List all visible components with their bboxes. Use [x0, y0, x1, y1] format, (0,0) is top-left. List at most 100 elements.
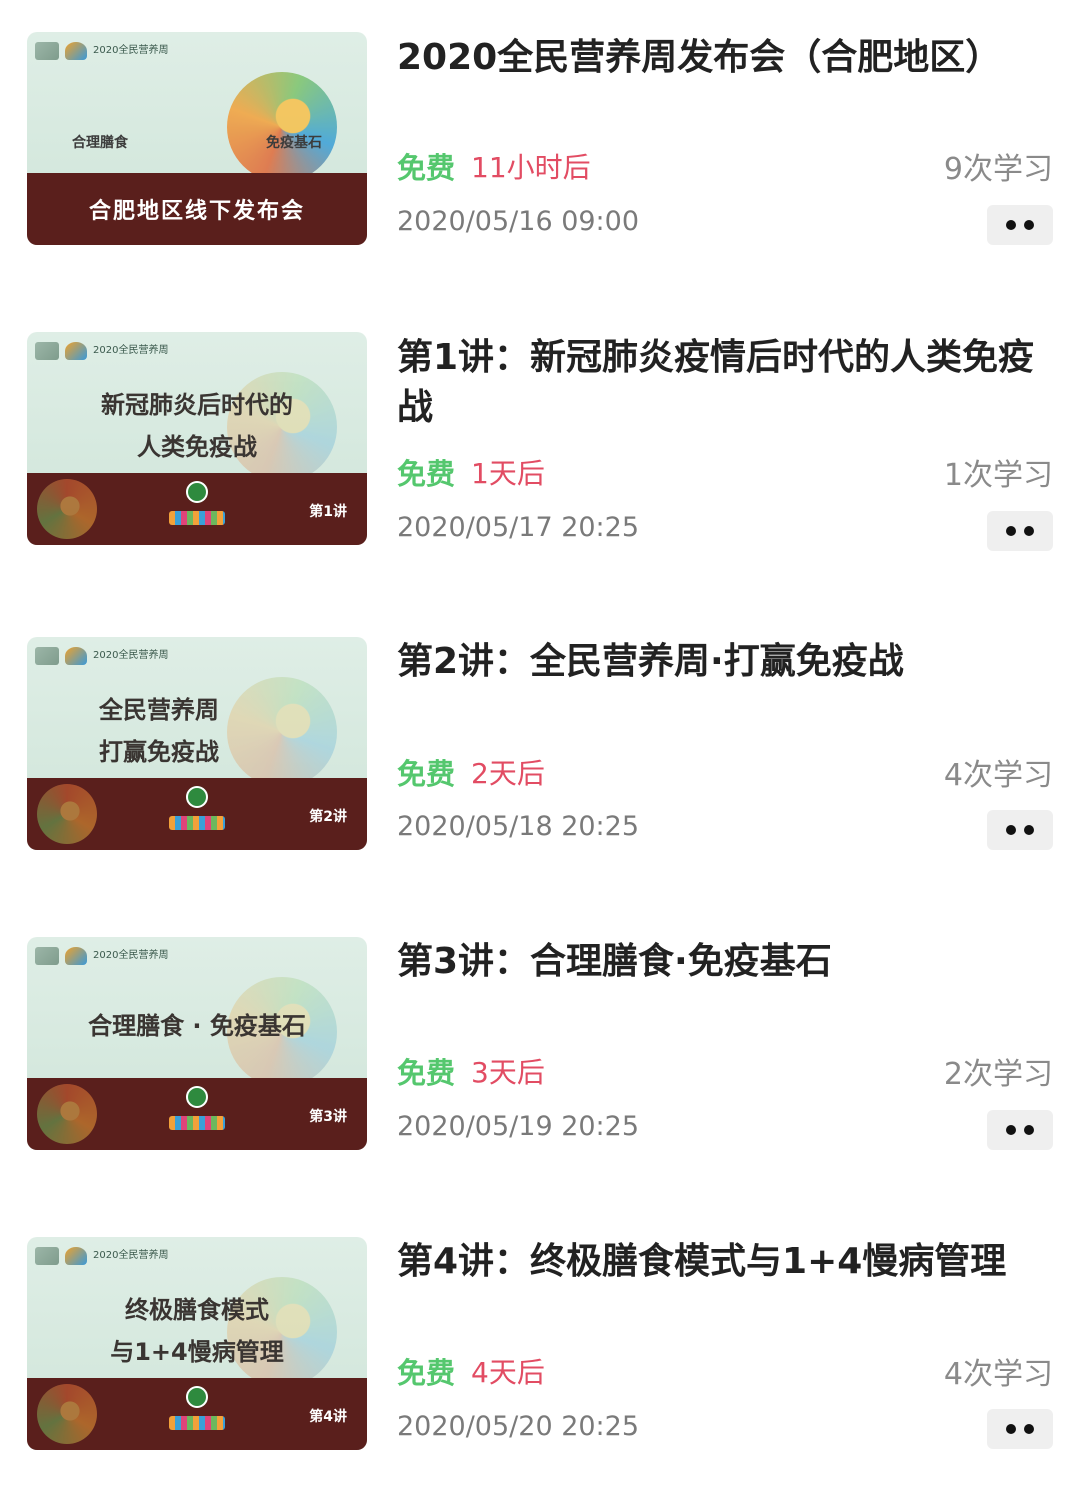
more-button[interactable] [987, 810, 1053, 850]
course-meta: 免费 1天后 1次学习 [397, 454, 1053, 493]
course-list: 2020全民营养周 合理膳食 免疫基石 合肥地区线下发布会 2020全民营养周发… [0, 0, 1080, 1471]
course-meta: 免费 11小时后 9次学习 [397, 148, 1053, 187]
more-dots-icon [1024, 1424, 1034, 1434]
course-title[interactable]: 第2讲：全民营养周·打赢免疫战 [397, 637, 1037, 687]
event-logo-icon [65, 947, 87, 965]
learn-count: 1次学习 [943, 458, 1053, 493]
course-date: 2020/05/18 20:25 [397, 811, 640, 842]
price-label: 免费 [397, 1356, 456, 1390]
more-button[interactable] [987, 1110, 1053, 1150]
more-button[interactable] [987, 205, 1053, 245]
course-title[interactable]: 第4讲：终极膳食模式与1+4慢病管理 [397, 1237, 1037, 1287]
course-title[interactable]: 第1讲：新冠肺炎疫情后时代的人类免疫战 [397, 333, 1037, 433]
thumb-header-text: 2020全民营养周 [93, 345, 169, 356]
learn-count: 2次学习 [943, 1057, 1053, 1092]
more-dots-icon [1024, 1125, 1034, 1135]
thumb-band: 第3讲 [27, 1078, 367, 1150]
course-item[interactable]: 2020全民营养周 全民营养周 打赢免疫战 第2讲 第2讲：全民营养周·打赢免疫… [0, 600, 1080, 900]
course-thumbnail[interactable]: 2020全民营养周 合理膳食 · 免疫基石 第3讲 [27, 937, 367, 1150]
event-emblem-icon [227, 72, 337, 182]
runners-icon [169, 1116, 225, 1130]
course-thumbnail[interactable]: 2020全民营养周 全民营养周 打赢免疫战 第2讲 [27, 637, 367, 850]
course-item[interactable]: 2020全民营养周 终极膳食模式 与1+4慢病管理 第4讲 第4讲：终极膳食模式… [0, 1200, 1080, 1500]
thumb-header-text: 2020全民营养周 [93, 650, 169, 661]
event-emblem-icon [37, 1084, 97, 1144]
event-emblem-icon [37, 479, 97, 539]
thumb-title: 合理膳食 · 免疫基石 [88, 1012, 306, 1040]
badge-icon [186, 481, 208, 503]
thumb-header-text: 2020全民营养周 [93, 950, 169, 961]
course-item[interactable]: 2020全民营养周 合理膳食 · 免疫基石 第3讲 第3讲：合理膳食·免疫基石 … [0, 900, 1080, 1200]
course-meta: 免费 2天后 4次学习 [397, 754, 1053, 793]
course-item[interactable]: 2020全民营养周 合理膳食 免疫基石 合肥地区线下发布会 2020全民营养周发… [0, 0, 1080, 300]
runners-icon [169, 511, 225, 525]
event-logo-icon [65, 342, 87, 360]
event-logo-icon [65, 1247, 87, 1265]
course-meta: 免费 3天后 2次学习 [397, 1053, 1053, 1092]
thumb-band: 第4讲 [27, 1378, 367, 1450]
time-label: 1天后 [471, 457, 545, 490]
episode-label: 第3讲 [309, 1109, 347, 1125]
event-emblem-icon [37, 1384, 97, 1444]
thumb-band: 第1讲 [27, 473, 367, 545]
more-button[interactable] [987, 511, 1053, 551]
more-dots-icon [1024, 825, 1034, 835]
thumb-header-text: 2020全民营养周 [93, 45, 169, 56]
time-label: 2天后 [471, 757, 545, 790]
course-date: 2020/05/20 20:25 [397, 1411, 640, 1442]
logo-icon [35, 1247, 59, 1265]
more-dots-icon [1024, 526, 1034, 536]
course-item[interactable]: 2020全民营养周 新冠肺炎后时代的 人类免疫战 第1讲 第1讲：新冠肺炎疫情后… [0, 300, 1080, 600]
thumb-header: 2020全民营养周 [35, 945, 359, 967]
more-dots-icon [1006, 1424, 1016, 1434]
learn-count: 9次学习 [943, 152, 1053, 187]
event-emblem-icon [37, 784, 97, 844]
time-label: 11小时后 [471, 151, 591, 184]
event-logo-icon [65, 42, 87, 60]
course-thumbnail[interactable]: 2020全民营养周 合理膳食 免疫基石 合肥地区线下发布会 [27, 32, 367, 245]
course-date: 2020/05/19 20:25 [397, 1111, 640, 1142]
badge-icon [186, 786, 208, 808]
thumb-header-text: 2020全民营养周 [93, 1250, 169, 1261]
learn-count: 4次学习 [943, 758, 1053, 793]
thumb-left-text: 合理膳食 [72, 135, 128, 151]
logo-icon [35, 342, 59, 360]
episode-label: 第4讲 [309, 1409, 347, 1425]
course-date: 2020/05/16 09:00 [397, 206, 640, 237]
course-title[interactable]: 2020全民营养周发布会（合肥地区） [397, 33, 1037, 83]
runners-icon [169, 1416, 225, 1430]
thumb-band: 第2讲 [27, 778, 367, 850]
price-label: 免费 [397, 1056, 456, 1090]
thumb-header: 2020全民营养周 [35, 40, 359, 62]
course-title[interactable]: 第3讲：合理膳食·免疫基石 [397, 937, 1037, 987]
more-dots-icon [1006, 1125, 1016, 1135]
badge-icon [186, 1086, 208, 1108]
more-dots-icon [1006, 526, 1016, 536]
more-dots-icon [1006, 825, 1016, 835]
logo-icon [35, 647, 59, 665]
logo-icon [35, 42, 59, 60]
course-thumbnail[interactable]: 2020全民营养周 终极膳食模式 与1+4慢病管理 第4讲 [27, 1237, 367, 1450]
time-label: 3天后 [471, 1056, 545, 1089]
thumb-header: 2020全民营养周 [35, 340, 359, 362]
price-label: 免费 [397, 457, 456, 491]
thumb-band: 合肥地区线下发布会 [27, 173, 367, 245]
time-label: 4天后 [471, 1356, 545, 1389]
episode-label: 第2讲 [309, 809, 347, 825]
price-label: 免费 [397, 757, 456, 791]
runners-icon [169, 816, 225, 830]
learn-count: 4次学习 [943, 1357, 1053, 1392]
thumb-band-text: 合肥地区线下发布会 [88, 199, 305, 224]
course-date: 2020/05/17 20:25 [397, 512, 640, 543]
price-label: 免费 [397, 151, 456, 185]
thumb-header: 2020全民营养周 [35, 1245, 359, 1267]
course-thumbnail[interactable]: 2020全民营养周 新冠肺炎后时代的 人类免疫战 第1讲 [27, 332, 367, 545]
thumb-title: 终极膳食模式 与1+4慢病管理 [110, 1296, 284, 1366]
thumb-right-text: 免疫基石 [266, 135, 322, 151]
thumb-title: 全民营养周 打赢免疫战 [99, 696, 219, 766]
more-dots-icon [1006, 220, 1016, 230]
course-meta: 免费 4天后 4次学习 [397, 1353, 1053, 1392]
thumb-title: 新冠肺炎后时代的 人类免疫战 [101, 391, 293, 461]
more-dots-icon [1024, 220, 1034, 230]
more-button[interactable] [987, 1409, 1053, 1449]
